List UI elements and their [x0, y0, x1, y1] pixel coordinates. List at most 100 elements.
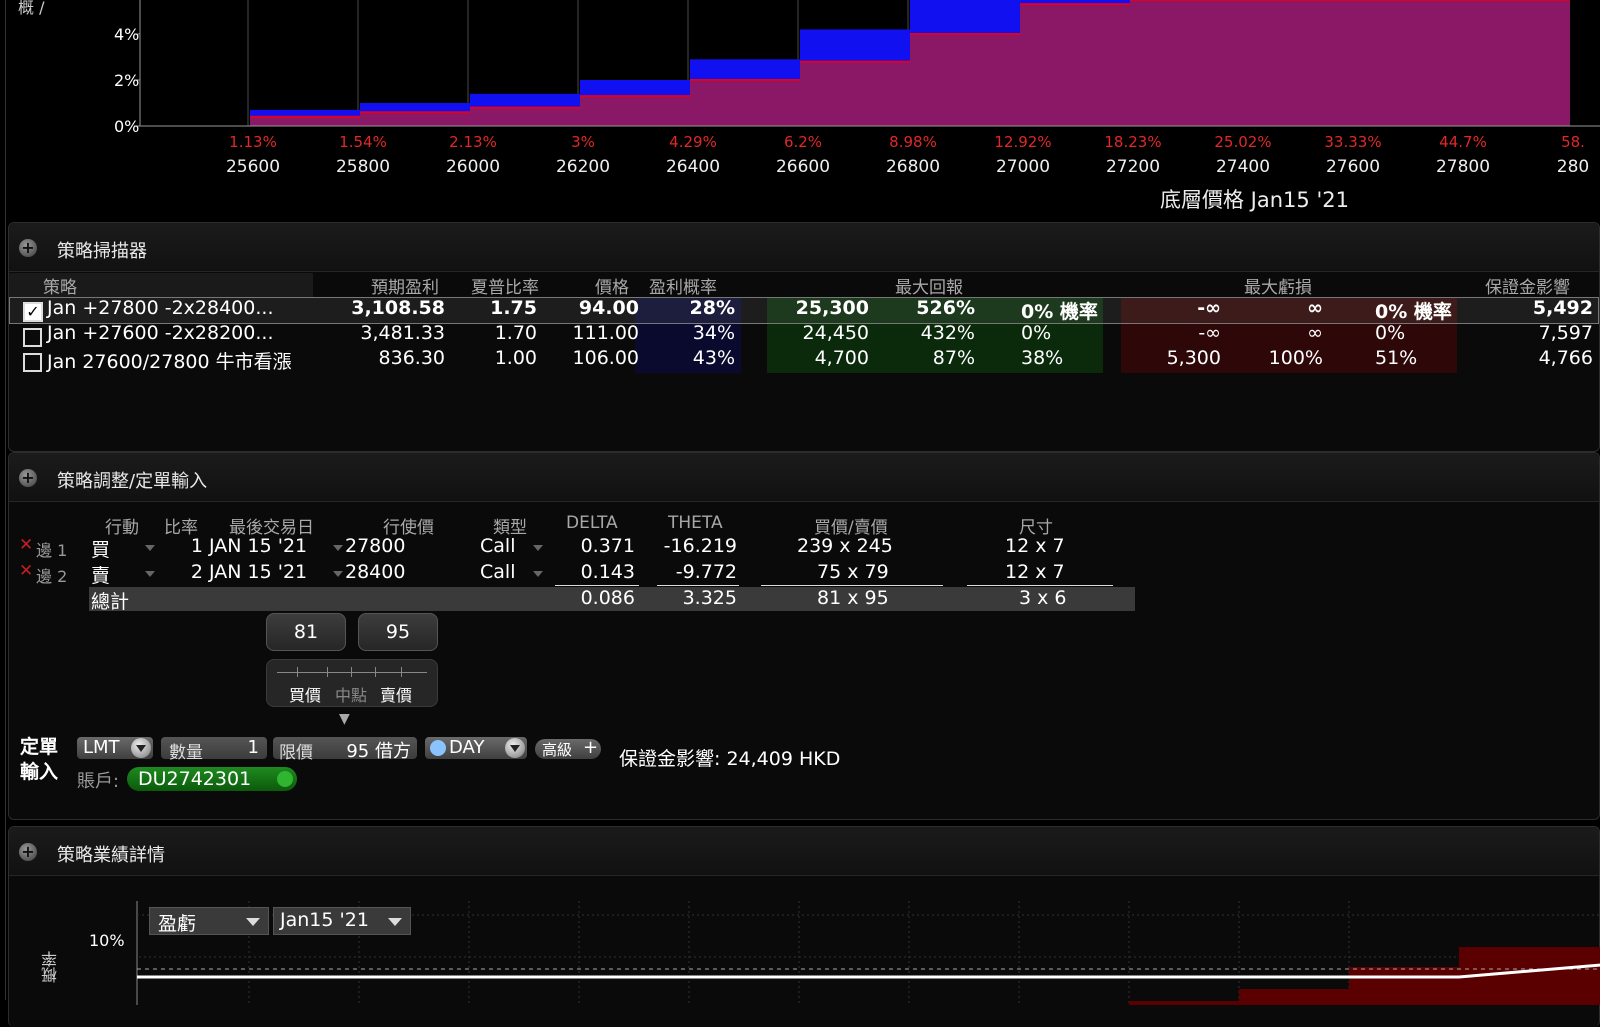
chevron-down-icon[interactable] — [333, 571, 343, 577]
chevron-down-icon — [277, 771, 293, 787]
x-percent-label: 33.33% — [1324, 133, 1382, 151]
total-delta: 0.086 — [580, 587, 635, 609]
row-expected: 3,108.58 — [351, 297, 445, 319]
advanced-label: 高級 — [542, 741, 573, 759]
bid-price-value: 81 — [293, 621, 319, 643]
quantity-field[interactable]: 數量 1 — [161, 737, 267, 763]
row-loss-amt: -∞ — [1197, 297, 1221, 319]
row-pop: 34% — [692, 322, 735, 344]
chevron-down-icon[interactable] — [533, 571, 543, 577]
col-expected-profit[interactable]: 預期盈利 — [339, 273, 439, 298]
chevron-down-icon[interactable] — [145, 545, 155, 551]
divider — [657, 585, 739, 586]
row-return-prob: 38% — [1021, 347, 1064, 369]
row-loss-amt: -∞ — [1198, 322, 1221, 344]
leg-size: 12 x 7 — [1005, 561, 1065, 583]
col-max-loss[interactable]: 最大虧損 — [1244, 273, 1312, 298]
leg-size: 12 x 7 — [1005, 535, 1065, 557]
down-arrow-icon[interactable]: ▼ — [339, 711, 350, 727]
bid-price-bubble[interactable]: 81 — [266, 613, 346, 651]
chevron-down-icon[interactable] — [333, 545, 343, 551]
leg-type[interactable]: Call — [480, 535, 515, 557]
row-loss-pct: ∞ — [1307, 297, 1323, 319]
y-tick-10: 10% — [89, 931, 125, 950]
row-strategy-name: Jan +27800 -2x28400... — [47, 297, 274, 319]
remove-leg-icon[interactable]: ✕ — [19, 561, 33, 581]
date-dropdown[interactable]: Jan15 '21 — [273, 907, 411, 935]
account-dropdown[interactable]: DU2742301 — [127, 767, 297, 791]
performance-title: 策略業績詳情 — [57, 845, 165, 866]
row-loss-amt: 5,300 — [1166, 347, 1221, 369]
advanced-button[interactable]: 高級 + — [535, 737, 601, 759]
profit-step-bar — [1240, 0, 1350, 126]
slider-ask-label[interactable]: 賣價 — [380, 682, 412, 706]
x-tick-label: 27200 — [1105, 157, 1161, 177]
price-slider[interactable]: 買價 中點 賣價 — [266, 659, 438, 707]
total-theta: 3.325 — [682, 587, 737, 609]
row-expected: 836.30 — [378, 347, 445, 369]
x-tick-label: 26000 — [445, 157, 501, 177]
row-checkbox[interactable] — [23, 328, 42, 347]
row-loss-prob: 0% — [1375, 322, 1406, 344]
col-price[interactable]: 價格 — [569, 273, 629, 298]
x-tick-label: 27000 — [995, 157, 1051, 177]
x-tick-label: 27600 — [1325, 157, 1381, 177]
row-pop: 43% — [692, 347, 735, 369]
profit-step-bar — [470, 107, 580, 126]
leg-date[interactable]: JAN 15 '21 — [209, 535, 307, 557]
row-sharpe: 1.75 — [490, 297, 537, 319]
leg-date[interactable]: JAN 15 '21 — [209, 561, 307, 583]
row-price: 106.00 — [572, 347, 639, 369]
limit-price-field[interactable]: 限價 95 借方 — [273, 737, 417, 763]
chevron-down-icon[interactable] — [533, 545, 543, 551]
time-in-force-dropdown[interactable]: DAY — [425, 737, 527, 759]
x-tick-label: 280 — [1556, 157, 1590, 177]
x-percent-label: 2.13% — [449, 133, 497, 151]
profit-step-bar — [1460, 0, 1570, 126]
quantity-label: 數量 — [169, 743, 203, 763]
x-percent-label: 12.92% — [994, 133, 1052, 151]
leg-ratio[interactable]: 1 — [169, 535, 203, 557]
leg-theta: -16.219 — [663, 535, 737, 557]
x-tick-label: 27800 — [1435, 157, 1491, 177]
col-pop[interactable]: 盈利概率 — [649, 273, 717, 298]
metric-value: 盈虧 — [158, 913, 197, 935]
profit-step-bar — [690, 80, 800, 126]
chevron-down-icon — [388, 918, 402, 926]
leg-action[interactable]: 買 — [91, 535, 110, 562]
y-axis-label-partial: 概率 — [41, 951, 60, 983]
row-expected: 3,481.33 — [360, 322, 445, 344]
order-entry-label-1: 定單 — [20, 736, 59, 758]
col-strategy[interactable]: 策略 — [43, 273, 77, 298]
order-type-dropdown[interactable]: LMT — [77, 737, 153, 759]
row-checkbox[interactable]: ✓ — [23, 302, 43, 322]
slider-tick — [375, 667, 376, 677]
row-loss-pct: 100% — [1268, 347, 1323, 369]
chevron-down-icon[interactable] — [145, 571, 155, 577]
row-price: 94.00 — [578, 297, 639, 319]
slider-mid-label[interactable]: 中點 — [335, 682, 367, 706]
remove-leg-icon[interactable]: ✕ — [19, 535, 33, 555]
ask-price-value: 95 — [385, 621, 411, 643]
leg-strike[interactable]: 28400 — [345, 561, 405, 583]
profit-step-bar — [1350, 0, 1460, 126]
leg-bid-ask: 239 x 245 — [797, 535, 893, 557]
col-max-return[interactable]: 最大回報 — [895, 273, 963, 298]
x-percent-label: 3% — [571, 133, 595, 151]
col-sharpe[interactable]: 夏普比率 — [449, 273, 539, 298]
expand-plus-icon[interactable]: + — [19, 239, 37, 257]
ask-price-bubble[interactable]: 95 — [358, 613, 438, 651]
leg-ratio[interactable]: 2 — [169, 561, 203, 583]
expand-plus-icon[interactable]: + — [19, 469, 37, 487]
row-loss-prob: 51% — [1375, 347, 1418, 369]
leg-type[interactable]: Call — [480, 561, 515, 583]
row-checkbox[interactable] — [23, 353, 42, 372]
metric-dropdown[interactable]: 盈虧 — [149, 907, 269, 935]
leg-action[interactable]: 賣 — [91, 561, 110, 588]
col-margin[interactable]: 保證金影響 — [1485, 273, 1570, 298]
slider-bid-label[interactable]: 買價 — [289, 682, 321, 706]
expand-plus-icon[interactable]: + — [19, 843, 37, 861]
slider-tick — [351, 667, 352, 677]
leg-strike[interactable]: 27800 — [345, 535, 405, 557]
y-tick-0: 0% — [114, 117, 140, 136]
